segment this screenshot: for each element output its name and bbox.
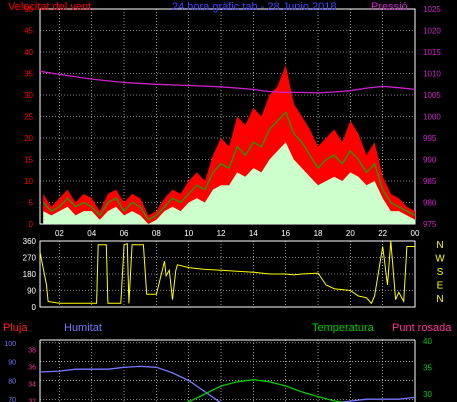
humidity-grid [40, 340, 416, 402]
cardinal-label: S [437, 267, 444, 278]
pressure-y-tick-label: 1015 [423, 48, 441, 57]
wind-y-tick-label: 10 [24, 177, 33, 186]
legend-humidity: Humitat [64, 322, 102, 334]
legend-temperature: Temperatura [312, 322, 375, 334]
direction-y-tick-label: 270 [23, 254, 37, 263]
temperature-y-tick-label: 30 [423, 390, 432, 399]
pressure-y-tick-label: 1010 [423, 70, 441, 79]
pressure-y-tick-label: 985 [423, 177, 437, 186]
wind-y-tick-label: 35 [24, 70, 33, 79]
cardinal-label: E [437, 281, 444, 292]
pressure-y-tick-label: 995 [423, 134, 437, 143]
chart-date-title: 24 hora gràfic tab - 28 Junio 2018 [172, 1, 337, 13]
humidity-y-tick-label: 70 [8, 397, 16, 402]
wind-y-tick-label: 0 [29, 220, 34, 229]
pressure-y-tick-label: 1005 [423, 91, 441, 100]
wind-panel: 0510152025303540455097598098599099510001… [8, 1, 441, 238]
pressure-line [39, 70, 416, 94]
time-tick-label: 10 [184, 229, 193, 238]
humidity-series-layer [39, 365, 416, 402]
wind-y-tick-label: 30 [24, 91, 33, 100]
wind-y-tick-label: 45 [24, 27, 33, 36]
pressure-y-tick-label: 1000 [423, 113, 441, 122]
legend-rain: Pluja [3, 322, 28, 334]
wind-y-tick-label: 15 [24, 156, 33, 165]
cardinal-label: N [436, 294, 443, 305]
wind-speed-axis-title: Velocitat del vent [8, 1, 91, 13]
direction-series-layer [39, 240, 415, 305]
direction-grid [40, 241, 416, 307]
wind-y-tick-label: 25 [24, 113, 33, 122]
wind-y-tick-label: 5 [29, 199, 34, 208]
dew-point-y-tick-label: 38 [28, 347, 36, 354]
direction-cardinal-labels: NWSEN [435, 240, 445, 305]
weather-chart-canvas: 0510152025303540455097598098599099510001… [3, 1, 452, 402]
direction-y-tick-label: 0 [32, 303, 37, 312]
time-tick-label: 14 [249, 229, 258, 238]
direction-panel: 090180270360 NWSEN [23, 237, 446, 312]
time-tick-label: 04 [87, 229, 96, 238]
time-tick-label: 16 [281, 229, 290, 238]
dew-point-y-tick-label: 36 [28, 364, 36, 371]
humidity-y-tick-label: 100 [4, 341, 16, 348]
temperature-y-tick-label: 40 [423, 337, 432, 346]
temperature-line [186, 379, 346, 402]
time-tick-label: 12 [217, 229, 226, 238]
pressure-y-tick-label: 980 [423, 199, 437, 208]
time-tick-label: 18 [314, 229, 323, 238]
wind-y-tick-label: 40 [24, 48, 33, 57]
direction-axes-labels: 0 90 180 270 360 [23, 237, 37, 312]
direction-y-tick-label: 90 [27, 287, 36, 296]
wind-direction-line [39, 240, 415, 305]
legend-dew-point: Punt rosada [392, 322, 452, 334]
pressure-y-tick-label: 1025 [423, 5, 441, 14]
wind-series-layer [39, 64, 416, 225]
pressure-y-tick-label: 990 [423, 156, 437, 165]
pressure-y-tick-label: 975 [423, 220, 437, 229]
cardinal-label: W [435, 254, 445, 265]
time-tick-label: 00 [411, 229, 420, 238]
wind-y-tick-label: 20 [24, 134, 33, 143]
time-tick-label: 20 [346, 229, 355, 238]
cardinal-label: N [436, 240, 443, 251]
temperature-y-tick-label: 35 [423, 363, 432, 372]
time-tick-label: 08 [152, 229, 161, 238]
humidity-y-tick-label: 90 [8, 360, 16, 367]
dew-point-y-tick-label: 34 [28, 381, 36, 388]
direction-y-tick-label: 180 [23, 270, 37, 279]
humidity-y-tick-label: 80 [8, 378, 16, 385]
pressure-axis-title: Pressió [371, 1, 408, 13]
dew-point-y-tick-label: 32 [28, 398, 36, 402]
direction-y-tick-label: 360 [23, 237, 37, 246]
time-tick-label: 02 [55, 229, 64, 238]
time-tick-label: 06 [120, 229, 129, 238]
time-tick-label: 22 [378, 229, 387, 238]
pressure-y-tick-label: 1020 [423, 27, 441, 36]
humidity-temperature-panel: Pluja Humitat Temperatura Punt rosada 70… [3, 322, 452, 402]
